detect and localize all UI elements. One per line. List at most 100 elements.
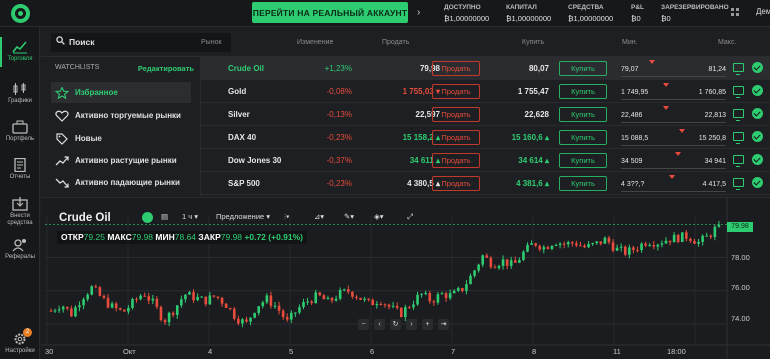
watchlists-sidebar: WATCHLISTS Редактировать Избранное Актив…	[41, 57, 201, 196]
candle-body	[371, 299, 375, 306]
market-name[interactable]: Crude Oil	[228, 64, 264, 73]
market-row[interactable]: DAX 40 -0,23% 15 158,2 ▴ Продать 15 160,6 ▴ К…	[201, 126, 770, 149]
watchlist-new[interactable]: Новые	[51, 128, 191, 149]
candle-body	[363, 298, 366, 300]
timeframe-value: 1 ч	[182, 212, 193, 221]
nav-portfolio[interactable]: Портфель	[0, 120, 40, 143]
candle-body	[505, 259, 509, 266]
watchlist-rising[interactable]: Активно растущие рынки	[51, 150, 191, 171]
column-header-buy[interactable]: Купить	[522, 39, 544, 46]
demo-label[interactable]: Дем	[756, 7, 770, 16]
check-icon[interactable]	[752, 131, 763, 142]
candle-body	[595, 241, 599, 244]
nav-deposit[interactable]: Внести средства	[0, 197, 40, 227]
candle-body	[94, 286, 98, 288]
buy-button[interactable]: Купить	[559, 107, 607, 122]
check-icon[interactable]	[752, 85, 763, 96]
layers-button[interactable]: ◈▾	[374, 212, 384, 221]
watchlist-falling[interactable]: Активно падающие рынки	[51, 172, 191, 193]
market-name[interactable]: DAX 40	[228, 133, 256, 142]
chevron-right-icon[interactable]: ›	[417, 7, 420, 18]
market-row[interactable]: S&P 500 -0,23% 4 380,5 ▴ Продать 4 381,6 ▴ Ку…	[201, 172, 770, 195]
edit-watchlists-link[interactable]: Редактировать	[138, 64, 194, 73]
monitor-icon[interactable]	[733, 155, 744, 167]
column-header-change[interactable]: Изменение	[297, 39, 333, 46]
candle-body	[656, 244, 660, 247]
go-to-latest-icon[interactable]: ⇥	[438, 319, 449, 330]
drawing-tools-button[interactable]: ✎▾	[344, 212, 354, 221]
candle-body	[351, 291, 354, 297]
candle-body	[652, 245, 656, 247]
column-header-sell[interactable]: Продать	[382, 39, 409, 46]
candle-body	[139, 295, 142, 300]
logo-icon[interactable]	[11, 4, 30, 23]
monitor-icon[interactable]	[733, 63, 744, 75]
check-icon[interactable]	[752, 108, 763, 119]
left-nav: Торговля Графики Портфель Отчеты Внести …	[0, 27, 40, 359]
reset-icon[interactable]: ↻	[390, 319, 401, 330]
market-row[interactable]: Silver -0,13% 22,597 Продать 22,628 Купить 22,…	[201, 103, 770, 126]
market-row[interactable]: Gold -0,08% 1 755,03 ▾ Продать 1 755,47 Купит…	[201, 80, 770, 103]
indicators-button[interactable]: ⊿▾	[314, 212, 324, 221]
order-ticket-icon[interactable]: ▤	[161, 212, 168, 221]
sell-button[interactable]: Продать	[432, 153, 480, 168]
monitor-icon[interactable]	[733, 132, 744, 144]
candle-body	[184, 294, 187, 300]
scroll-left-icon[interactable]: ‹	[374, 319, 385, 330]
candle-body	[668, 240, 672, 243]
check-icon[interactable]	[752, 62, 763, 73]
nav-settings[interactable]: 2 Настройки	[0, 328, 40, 355]
sell-button[interactable]: Продать	[432, 61, 480, 76]
chart-type-button[interactable]: ⫶▾	[284, 212, 290, 222]
monitor-icon[interactable]	[733, 109, 744, 121]
buy-button[interactable]: Купить	[559, 153, 607, 168]
market-change: -0,37%	[326, 156, 352, 165]
range-bar	[621, 76, 726, 77]
markets-table: Crude Oil +1,23% 79,98 Продать 80,07 Купить 79…	[201, 57, 770, 196]
search-input[interactable]	[69, 35, 219, 49]
candle-body	[245, 319, 248, 322]
market-row[interactable]: Dow Jones 30 -0,37% 34 611 ▴ Продать 34 614 …	[201, 149, 770, 172]
candle-body	[175, 305, 179, 315]
market-name[interactable]: S&P 500	[228, 179, 260, 188]
column-header-max[interactable]: Макс.	[718, 39, 736, 46]
ohlc-open-value: 79.25	[83, 232, 105, 242]
market-row[interactable]: Crude Oil +1,23% 79,98 Продать 80,07 Купить 79…	[201, 57, 770, 80]
sell-button[interactable]: Продать	[432, 130, 480, 145]
monitor-icon[interactable]	[733, 86, 744, 98]
nav-referrals[interactable]: Рефералы	[0, 238, 40, 261]
nav-reports[interactable]: Отчеты	[0, 158, 40, 181]
buy-button[interactable]: Купить	[559, 130, 607, 145]
candle-body	[285, 317, 289, 320]
sell-button[interactable]: Продать	[432, 107, 480, 122]
check-icon[interactable]	[752, 154, 763, 165]
column-header-min[interactable]: Мин.	[622, 39, 638, 46]
nav-trading[interactable]: Торговля	[0, 37, 40, 67]
candle-body	[404, 307, 407, 318]
monitor-icon[interactable]	[733, 178, 744, 190]
candle-body	[163, 320, 167, 323]
timeframe-select[interactable]: 1 ч ▾	[182, 212, 198, 221]
zoom-in-icon[interactable]: +	[422, 319, 433, 330]
candle-body	[167, 312, 171, 323]
fullscreen-icon[interactable]: ⤢	[407, 212, 413, 222]
apps-grid-icon[interactable]	[731, 8, 740, 17]
price-type-select[interactable]: Предложение ▾	[216, 212, 270, 221]
buy-button[interactable]: Купить	[559, 84, 607, 99]
watchlist-active[interactable]: Активно торгуемые рынки	[51, 105, 191, 126]
real-account-button[interactable]: ПЕРЕЙТИ НА РЕАЛЬНЫЙ АККАУНТ	[252, 2, 408, 23]
zoom-out-icon[interactable]: −	[358, 319, 369, 330]
market-name[interactable]: Gold	[228, 87, 246, 96]
buy-button[interactable]: Купить	[559, 176, 607, 191]
watchlist-favorites[interactable]: Избранное	[51, 82, 191, 103]
markets-panel: Рынок Изменение Продать Купить Мин. Макс…	[41, 27, 770, 196]
market-name[interactable]: Silver	[228, 110, 250, 119]
sell-button[interactable]: Продать	[432, 84, 480, 99]
column-header-market[interactable]: Рынок	[201, 39, 222, 46]
buy-button[interactable]: Купить	[559, 61, 607, 76]
scroll-right-icon[interactable]: ›	[406, 319, 417, 330]
market-name[interactable]: Dow Jones 30	[228, 156, 281, 165]
sell-button[interactable]: Продать	[432, 176, 480, 191]
check-icon[interactable]	[752, 177, 763, 188]
nav-charts[interactable]: Графики	[0, 82, 40, 105]
